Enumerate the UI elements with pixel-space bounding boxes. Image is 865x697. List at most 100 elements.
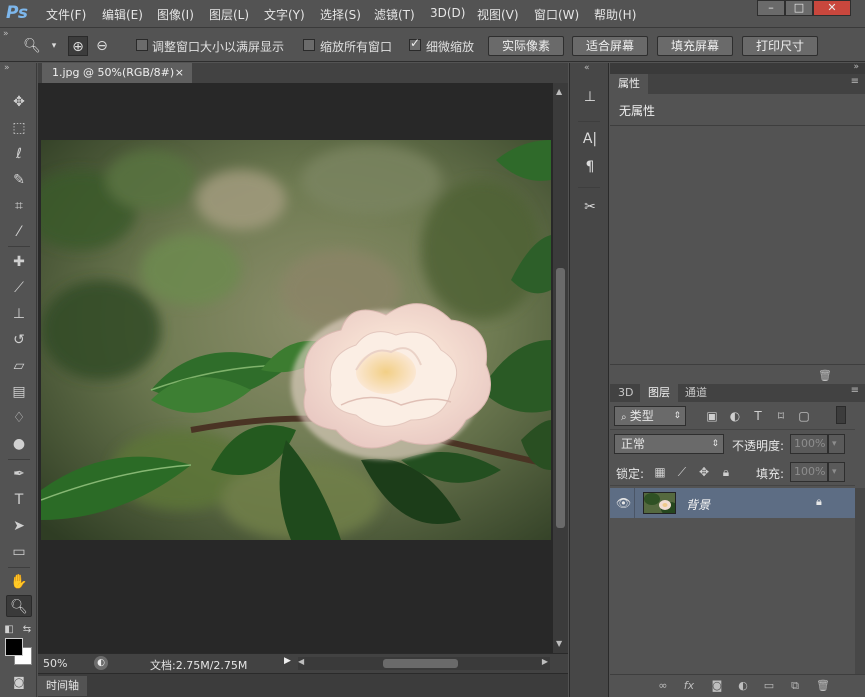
vertical-scrollbar-thumb[interactable] (556, 268, 565, 528)
filter-adjustment-icon[interactable]: ◐ (727, 408, 743, 424)
new-group-icon[interactable]: ▭ (762, 679, 776, 693)
fill-input[interactable]: 100% (790, 462, 828, 482)
collapse-arrows-icon[interactable]: » (4, 63, 10, 73)
lock-transparent-icon[interactable]: ▦ (652, 464, 668, 480)
clone-source-icon[interactable]: ⊥ (578, 85, 602, 109)
pen-tool-icon[interactable]: ✒ (6, 463, 32, 485)
panel-menu-icon[interactable]: ≡ (851, 76, 859, 87)
clone-stamp-tool-icon[interactable]: ⊥ (6, 303, 32, 325)
fill-dropdown-icon[interactable]: ▾ (828, 462, 845, 482)
photo-canvas[interactable] (41, 140, 551, 540)
menu-window[interactable]: 窗口(W) (534, 6, 579, 23)
menu-type[interactable]: 文字(Y) (264, 6, 305, 23)
filter-shape-icon[interactable]: ⌑ (773, 408, 789, 424)
tool-presets-icon[interactable]: ✂ (578, 195, 602, 219)
menu-file[interactable]: 文件(F) (46, 6, 86, 23)
scroll-up-arrow-icon[interactable]: ▲ (556, 87, 562, 96)
trash-icon[interactable]: 🗑︎ (816, 679, 830, 693)
minimize-button[interactable]: – (757, 0, 785, 16)
scroll-down-arrow-icon[interactable]: ▼ (556, 639, 562, 648)
menu-select[interactable]: 选择(S) (320, 6, 361, 23)
tab-properties[interactable]: 属性 (610, 74, 648, 94)
tab-layers[interactable]: 图层 (640, 384, 678, 402)
zoom-all-windows-checkbox[interactable] (303, 39, 315, 51)
print-size-button[interactable]: 打印尺寸 (742, 36, 818, 56)
trash-icon[interactable]: 🗑︎ (818, 369, 832, 383)
blur-tool-icon[interactable]: ♢ (6, 407, 32, 429)
brush-tool-icon[interactable]: ⟋ (6, 277, 32, 299)
close-window-button[interactable]: ✕ (813, 0, 851, 16)
type-tool-icon[interactable]: T (6, 489, 32, 511)
layer-filter-select[interactable]: ⌕ 类型 ⇕ (614, 406, 686, 426)
add-mask-icon[interactable]: ◙ (710, 679, 724, 693)
opacity-dropdown-icon[interactable]: ▾ (828, 434, 845, 454)
tab-3d[interactable]: 3D (610, 384, 641, 402)
timeline-tab[interactable]: 时间轴 (38, 676, 87, 696)
document-tab[interactable]: 1.jpg @ 50%(RGB/8#) × (42, 63, 192, 83)
gradient-tool-icon[interactable]: ▤ (6, 381, 32, 403)
horizontal-scrollbar-thumb[interactable] (383, 659, 458, 668)
paragraph-panel-icon[interactable]: ¶ (578, 155, 602, 179)
scroll-left-arrow-icon[interactable]: ◀ (298, 657, 304, 666)
new-layer-icon[interactable]: ⧉ (788, 679, 802, 693)
tab-channels[interactable]: 通道 (677, 384, 715, 402)
eyedropper-tool-icon[interactable]: ⁄ (6, 221, 32, 243)
hand-tool-icon[interactable]: ✋ (6, 571, 32, 593)
chevron-down-icon[interactable]: ▾ (44, 36, 64, 56)
zoom-out-icon[interactable]: ⊖ (92, 36, 112, 56)
close-tab-icon[interactable]: × (175, 63, 184, 83)
status-info-icon[interactable]: ◐ (94, 656, 108, 670)
lock-all-icon[interactable]: 🔒︎ (718, 464, 734, 480)
quick-mask-icon[interactable]: ◙ (6, 671, 32, 693)
opacity-input[interactable]: 100% (790, 434, 828, 454)
horizontal-scrollbar[interactable]: ◀ ▶ (298, 657, 550, 670)
zoom-tool-icon[interactable]: 🔍︎ (6, 595, 32, 617)
collapse-arrows-icon[interactable]: « (584, 63, 590, 73)
character-panel-icon[interactable]: A| (578, 127, 602, 151)
eye-icon[interactable]: 👁︎ (616, 496, 631, 510)
menu-help[interactable]: 帮助(H) (594, 6, 636, 23)
move-tool-icon[interactable]: ✥ (6, 91, 32, 113)
lock-image-icon[interactable]: ⟋ (674, 464, 690, 480)
collapse-arrows-icon[interactable]: » (3, 29, 9, 39)
scroll-right-arrow-icon[interactable]: ▶ (542, 657, 548, 666)
vertical-scrollbar[interactable]: ▲ ▼ (553, 83, 568, 653)
menu-edit[interactable]: 编辑(E) (102, 6, 143, 23)
crop-tool-icon[interactable]: ⌗ (6, 195, 32, 217)
layer-name[interactable]: 背景 (686, 496, 710, 513)
lock-position-icon[interactable]: ✥ (696, 464, 712, 480)
filter-type-icon[interactable]: T (750, 408, 766, 424)
resize-window-checkbox[interactable] (136, 39, 148, 51)
blend-mode-select[interactable]: 正常 ⇕ (614, 434, 724, 454)
menu-filter[interactable]: 滤镜(T) (374, 6, 415, 23)
marquee-tool-icon[interactable]: ⬚ (6, 117, 32, 139)
maximize-button[interactable]: □ (785, 0, 813, 16)
zoom-tool-preset-icon[interactable]: 🔍︎ (22, 36, 42, 56)
fill-screen-button[interactable]: 填充屏幕 (657, 36, 733, 56)
layers-scrollbar[interactable] (855, 488, 865, 674)
history-brush-tool-icon[interactable]: ↺ (6, 329, 32, 351)
scrubby-zoom-checkbox[interactable] (409, 36, 421, 51)
status-menu-arrow-icon[interactable]: ▶ (284, 656, 294, 670)
menu-3d[interactable]: 3D(D) (430, 6, 465, 20)
rectangle-tool-icon[interactable]: ▭ (6, 541, 32, 563)
adjustment-layer-icon[interactable]: ◐ (736, 679, 750, 693)
filter-toggle[interactable] (836, 406, 846, 424)
dodge-tool-icon[interactable]: ● (6, 433, 32, 455)
menu-image[interactable]: 图像(I) (157, 6, 194, 23)
zoom-level[interactable]: 50% (43, 657, 67, 670)
eraser-tool-icon[interactable]: ▱ (6, 355, 32, 377)
lasso-tool-icon[interactable]: ℓ (6, 143, 32, 165)
menu-layer[interactable]: 图层(L) (209, 6, 249, 23)
path-selection-tool-icon[interactable]: ➤ (6, 515, 32, 537)
fit-screen-button[interactable]: 适合屏幕 (572, 36, 648, 56)
menu-view[interactable]: 视图(V) (477, 6, 519, 23)
quick-select-tool-icon[interactable]: ✎ (6, 169, 32, 191)
foreground-color-swatch[interactable] (5, 638, 23, 656)
link-layers-icon[interactable]: ∞ (656, 679, 670, 693)
healing-brush-tool-icon[interactable]: ✚ (6, 251, 32, 273)
layer-row[interactable]: 👁︎ 背景 🔒︎ (610, 488, 855, 518)
panel-menu-icon[interactable]: ≡ (851, 385, 859, 396)
filter-smart-object-icon[interactable]: ▢ (796, 408, 812, 424)
actual-pixels-button[interactable]: 实际像素 (488, 36, 564, 56)
